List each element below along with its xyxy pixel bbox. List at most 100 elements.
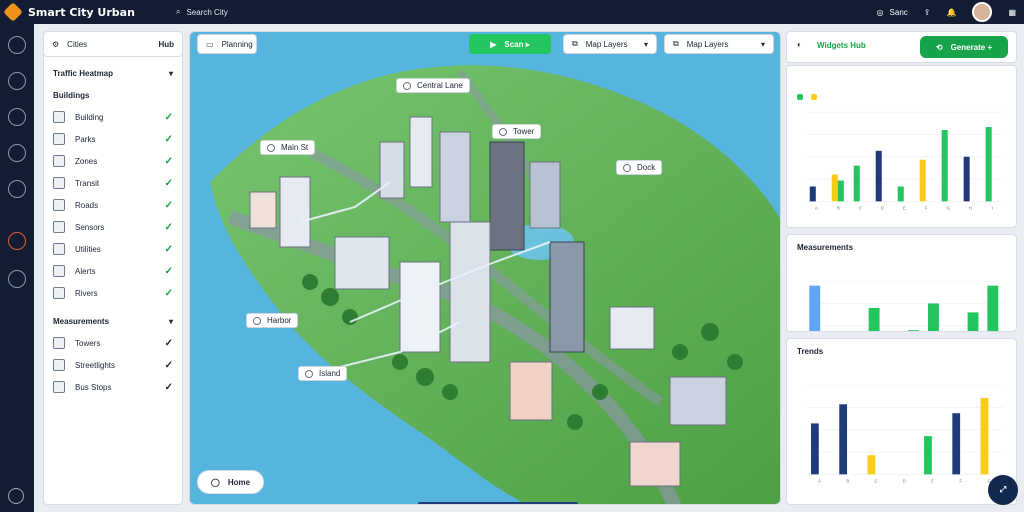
widgets-header: ◐ Widgets Hub ⟲ Generate +: [786, 31, 1017, 63]
map-label[interactable]: Tower: [492, 124, 542, 139]
top-action-label: Sanc: [889, 7, 908, 17]
widgets-title: Widgets Hub: [817, 41, 866, 50]
layer-mark: ✓: [164, 155, 173, 167]
map-layers-select-1[interactable]: ⧉ Map Layers ▾: [563, 34, 657, 54]
measurement-icon: [53, 381, 65, 393]
top-action-compass[interactable]: ◎ Sanc: [877, 8, 908, 17]
top-bar: Smart City Urban ⌕ Search City ◎ Sanc ⇪ …: [0, 0, 1024, 24]
map-label-text: Tower: [513, 127, 535, 136]
layer-row[interactable]: Roads ✓: [43, 194, 183, 216]
rail-menu-icon[interactable]: [8, 144, 26, 162]
chevron-down-icon[interactable]: ▾: [169, 69, 173, 78]
section-subtitle: Buildings: [53, 90, 90, 100]
rail-alert-icon[interactable]: [8, 232, 26, 250]
x-tick-label: G: [947, 206, 950, 211]
measurement-row[interactable]: Streetlights ✓: [43, 354, 183, 376]
rail-cloud-icon[interactable]: [8, 270, 26, 288]
rail-home-icon[interactable]: [8, 36, 26, 54]
legend-swatch: [811, 94, 817, 100]
top-action-bell[interactable]: 🔔: [946, 8, 956, 17]
layer-icon: [53, 243, 65, 255]
top-action-grid[interactable]: ▦: [1008, 8, 1016, 17]
home-chip[interactable]: ◯ Home: [197, 470, 264, 494]
city-select[interactable]: ⚙ Cities Hub: [43, 31, 183, 57]
planning-label: Planning: [221, 39, 253, 49]
avatar[interactable]: [972, 2, 993, 22]
bar: [867, 455, 876, 475]
layer-icon: [53, 287, 65, 299]
layer-icon: [53, 111, 65, 123]
section-title: Traffic Heatmap: [53, 68, 114, 78]
generate-button[interactable]: ⟲ Generate +: [920, 36, 1008, 58]
measurement-row[interactable]: Towers ✓: [43, 332, 183, 354]
bar: [967, 312, 979, 331]
bar: [875, 150, 882, 202]
bar: [839, 404, 848, 475]
rail-help-icon[interactable]: [8, 488, 24, 504]
layer-row[interactable]: Alerts ✓: [43, 260, 183, 282]
rail-analytics-icon[interactable]: [8, 180, 26, 198]
chevron-down-icon: ▾: [760, 39, 765, 49]
measurement-label: Streetlights: [75, 360, 116, 370]
left-rail: [0, 24, 34, 512]
layer-icon: [53, 177, 65, 189]
rail-layers-icon[interactable]: [8, 72, 26, 90]
map-label[interactable]: Harbor: [246, 313, 299, 328]
map-label[interactable]: Island: [298, 366, 348, 381]
planning-input[interactable]: ▭ Planning: [197, 34, 257, 54]
map-layers-select-2[interactable]: ⧉ Map Layers ▾: [664, 34, 774, 54]
chart-3: ABCDEFG: [805, 384, 1004, 484]
rail-notes-icon[interactable]: [8, 108, 26, 126]
layer-row[interactable]: Transit ✓: [43, 172, 183, 194]
layer-icon: [53, 133, 65, 145]
compass-icon: ◎: [876, 7, 884, 17]
layer-label: Sensors: [75, 222, 105, 232]
city-map[interactable]: [189, 31, 781, 505]
layer-row[interactable]: Building ✓: [43, 106, 183, 128]
layer-row[interactable]: Zones ✓: [43, 150, 183, 172]
bar: [952, 413, 961, 475]
map-label-text: Island: [319, 369, 341, 378]
widget-icon: ◐: [797, 40, 802, 49]
city-select-label: Cities: [67, 39, 88, 49]
layer-row[interactable]: Rivers ✓: [43, 282, 183, 304]
bar: [985, 127, 992, 202]
generate-label: Generate +: [950, 42, 993, 52]
measurement-mark: ✓: [164, 381, 173, 393]
layer-icon: [53, 221, 65, 233]
map-label[interactable]: Dock: [616, 160, 663, 175]
bar: [811, 423, 819, 475]
measurement-row[interactable]: Bus Stops ✓: [43, 376, 183, 398]
chart-legend: [797, 94, 817, 100]
layer-icon: [53, 199, 65, 211]
scan-label: Scan ▸: [504, 39, 530, 49]
chart-card-3: Trends ABCDEFG: [786, 338, 1017, 505]
home-label: Home: [227, 477, 251, 487]
x-tick-label: E: [903, 206, 906, 211]
map-toolbar: ▭ Planning ▶ Scan ▸ ⧉ Map Layers ▾ ⧉ Map…: [189, 31, 781, 57]
upload-icon: ⇪: [923, 7, 931, 17]
app-title: Smart City Urban: [28, 5, 135, 19]
chevron-down-icon[interactable]: ▾: [169, 317, 173, 326]
map-label[interactable]: Central Lane: [396, 78, 470, 93]
pin-icon: [499, 127, 507, 136]
top-action-upload[interactable]: ⇪: [924, 8, 931, 17]
grid-icon: ▦: [1008, 7, 1016, 17]
layer-row[interactable]: Sensors ✓: [43, 216, 183, 238]
layer-icon: [53, 265, 65, 277]
pin-icon: [267, 143, 275, 152]
scan-button[interactable]: ▶ Scan ▸: [469, 34, 551, 54]
layer-row[interactable]: Parks ✓: [43, 128, 183, 150]
bar: [924, 436, 932, 475]
map-action-fab[interactable]: ⤢: [988, 475, 1018, 505]
layer-label: Zones: [75, 156, 98, 166]
map-label-text: Main St: [281, 143, 309, 152]
map-label[interactable]: Main St: [260, 140, 316, 155]
x-tick-label: F: [960, 479, 963, 484]
layer-mark: ✓: [164, 199, 173, 211]
map-scroll-indicator[interactable]: [418, 502, 578, 505]
layer-mark: ✓: [164, 133, 173, 145]
bar: [980, 397, 989, 475]
layer-row[interactable]: Utilities ✓: [43, 238, 183, 260]
search-bar[interactable]: ⌕ Search City: [176, 4, 296, 20]
